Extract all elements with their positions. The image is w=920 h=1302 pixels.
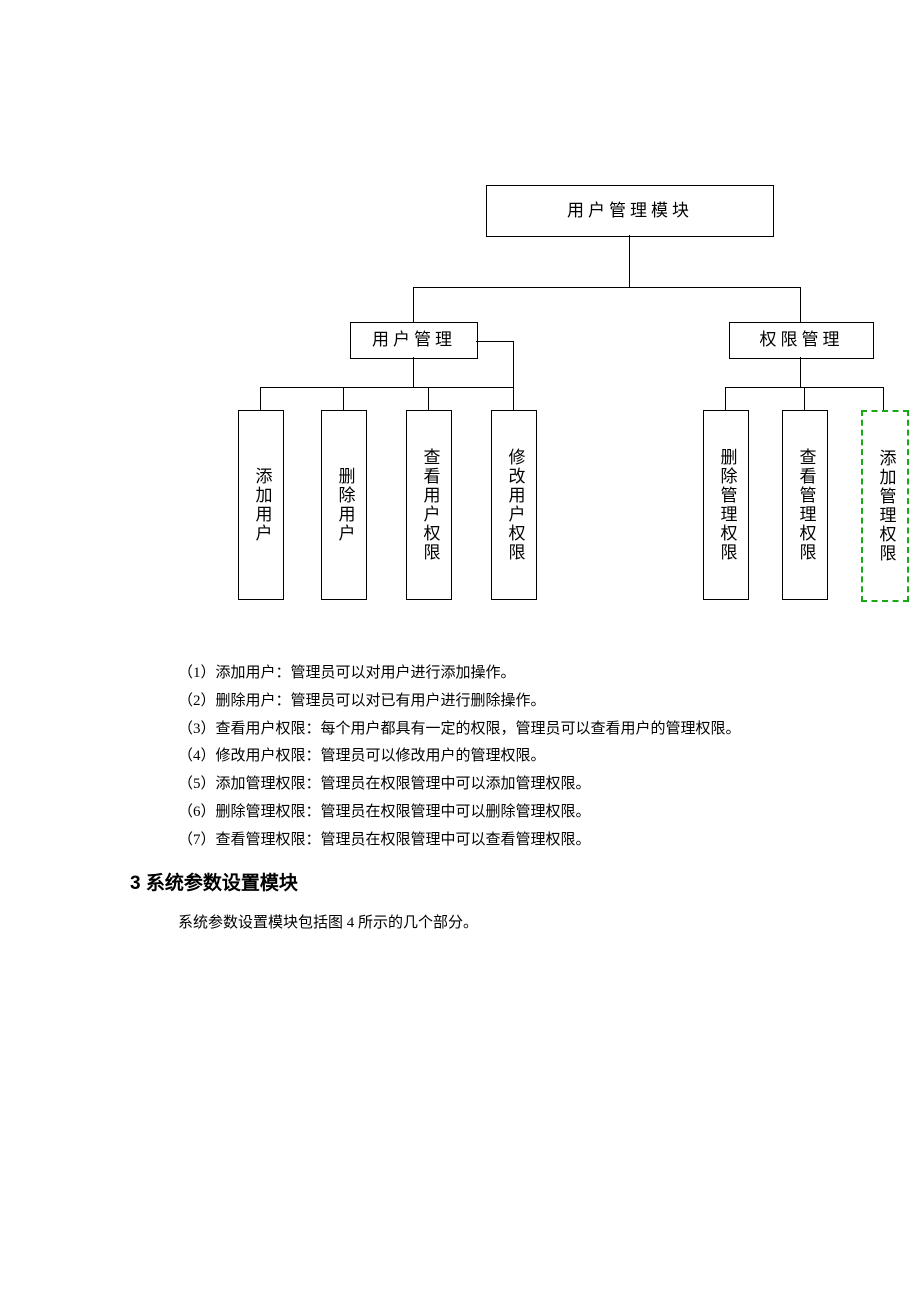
connector	[725, 387, 726, 411]
section-heading: 3 系统参数设置模块	[130, 868, 920, 900]
node-delete-admin-permission: 删除管理权限	[703, 410, 749, 600]
leaf-label: 查看用户权限	[418, 448, 441, 562]
connector	[513, 341, 514, 388]
connector	[413, 287, 801, 288]
org-chart-diagram: 用户管理模块 用户管理 权限管理 添加用户 删除用户 查看用户权限 修改用户权限…	[0, 0, 920, 610]
desc-item: （3）查看用户权限：每个用户都具有一定的权限，管理员可以查看用户的管理权限。	[178, 716, 840, 744]
leaf-label: 删除管理权限	[715, 448, 738, 562]
connector	[800, 357, 801, 387]
connector	[804, 387, 805, 411]
connector	[343, 387, 344, 411]
connector	[513, 387, 514, 411]
desc-item: （4）修改用户权限：管理员可以修改用户的管理权限。	[178, 743, 840, 771]
leaf-label: 查看管理权限	[794, 448, 817, 562]
node-view-user-permission: 查看用户权限	[406, 410, 452, 600]
description-list: （1）添加用户：管理员可以对用户进行添加操作。 （2）删除用户：管理员可以对已有…	[178, 660, 840, 854]
connector	[260, 387, 514, 388]
node-user-management: 用户管理	[350, 322, 478, 359]
desc-item: （1）添加用户：管理员可以对用户进行添加操作。	[178, 660, 840, 688]
node-add-user: 添加用户	[238, 410, 284, 600]
leaf-label: 添加用户	[250, 467, 273, 543]
desc-item: （2）删除用户：管理员可以对已有用户进行删除操作。	[178, 688, 840, 716]
section-body: 系统参数设置模块包括图 4 所示的几个部分。	[178, 911, 920, 937]
leaf-label: 删除用户	[333, 467, 356, 543]
connector	[428, 387, 429, 411]
desc-item: （5）添加管理权限：管理员在权限管理中可以添加管理权限。	[178, 771, 840, 799]
connector	[883, 387, 884, 411]
leaf-label: 添加管理权限	[874, 449, 897, 563]
leaf-label: 修改用户权限	[503, 448, 526, 562]
node-modify-user-permission: 修改用户权限	[491, 410, 537, 600]
node-delete-user: 删除用户	[321, 410, 367, 600]
node-root: 用户管理模块	[486, 185, 774, 237]
connector	[413, 357, 414, 387]
desc-item: （6）删除管理权限：管理员在权限管理中可以删除管理权限。	[178, 799, 840, 827]
node-add-admin-permission: 添加管理权限	[861, 410, 909, 602]
connector	[476, 341, 514, 342]
connector	[413, 287, 414, 323]
node-permission-management: 权限管理	[729, 322, 874, 359]
node-view-admin-permission: 查看管理权限	[782, 410, 828, 600]
desc-item: （7）查看管理权限：管理员在权限管理中可以查看管理权限。	[178, 827, 840, 855]
connector	[629, 235, 630, 287]
connector	[800, 287, 801, 323]
connector	[260, 387, 261, 411]
